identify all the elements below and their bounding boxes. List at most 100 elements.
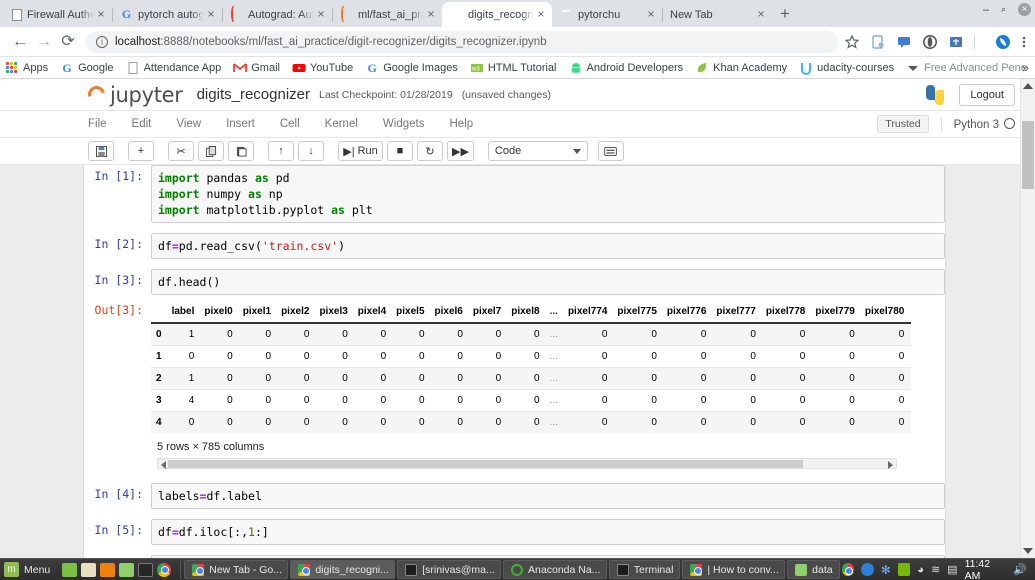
notebook-cell[interactable]: In [3]: df.head() [85,269,945,295]
menu-kernel[interactable]: Kernel [325,118,358,130]
back-icon[interactable]: ← [8,30,32,54]
bookmark-apps[interactable]: Apps [6,61,48,74]
bookmark-android-developers[interactable]: Android Developers [569,61,683,75]
wifi-icon[interactable]: ≋ [931,563,940,576]
browser-tab-firewall[interactable]: Firewall Authentica × [2,2,113,27]
scroll-down-arrow-icon[interactable] [1023,548,1033,554]
jupyter-logo[interactable]: jupyter [84,83,183,107]
forward-icon[interactable]: → [32,30,56,54]
tab-close-icon[interactable]: × [644,7,658,22]
bluetooth-icon[interactable]: ✻ [881,563,891,577]
bookmark-gmail[interactable]: Gmail [233,61,280,75]
cut-cell-button[interactable]: ✂ [168,141,194,161]
terminal-icon[interactable] [138,562,154,577]
folder-icon[interactable] [119,562,135,577]
cell-input[interactable]: df.head() [151,269,945,295]
user-icon[interactable]: ◕ [917,564,924,576]
info-icon[interactable]: i [96,35,108,48]
bookmark-khan-academy[interactable]: Khan Academy [695,61,787,75]
menu-file[interactable]: File [88,118,107,130]
chrome-icon[interactable] [157,562,172,577]
menu-help[interactable]: Help [449,118,473,130]
bookmark-google[interactable]: G Google [60,61,113,75]
maximize-button[interactable]: ⌕ [1001,4,1006,15]
browser-tab-fastai-practice[interactable]: ml/fast_ai_practice × [332,2,443,27]
files-icon[interactable] [62,562,78,577]
battery-icon[interactable]: ▤ [947,563,957,576]
scroll-right-arrow-icon[interactable] [888,461,893,469]
tab-close-icon[interactable]: × [94,7,108,22]
menu-kebab-icon[interactable] [1021,34,1027,50]
restart-kernel-button[interactable]: ↻ [417,141,443,161]
menu-edit[interactable]: Edit [132,118,152,130]
cell-input[interactable]: df=df.iloc[:,1:] [151,519,945,545]
dataframe-horizontal-scrollbar[interactable] [157,458,897,469]
start-menu-button[interactable]: m Menu [0,562,56,577]
dataframe-scroll-viewport[interactable]: label pixel0 pixel1 pixel2 pixel3 pixel4 pixel… [151,301,911,433]
tab-close-icon[interactable]: × [204,7,218,22]
menu-widgets[interactable]: Widgets [383,118,425,130]
taskbar-item-how-to-conv[interactable]: | How to conv... [682,560,786,579]
bookmark-html-tutorial[interactable]: w3 HTML Tutorial [470,61,557,75]
page-scrollbar[interactable] [1020,79,1035,558]
scroll-left-arrow-icon[interactable] [161,461,166,469]
browser-tab-pytorch-autograd[interactable]: G pytorch autograd t × [112,2,223,27]
chrome-icon[interactable] [841,563,855,576]
close-button[interactable]: × [1018,3,1031,16]
browser-tab-autograd[interactable]: Autograd: Automat × [222,2,333,27]
translate-icon[interactable] [948,34,964,50]
cell-input[interactable]: df=pd.read_csv('train.csv') [151,233,945,259]
text-editor-icon[interactable] [81,562,97,577]
tab-close-icon[interactable]: × [754,7,768,22]
notebook-cell[interactable]: In [1]: import pandas as pd import numpy… [85,165,945,223]
bookmark-google-images[interactable]: G Google Images [365,61,458,75]
command-palette-button[interactable] [597,141,624,161]
opera-icon[interactable] [922,34,938,50]
save-button[interactable] [88,141,114,161]
bookmark-free-advanced-pene[interactable]: Free Advanced Pene [906,61,1027,75]
cell-type-select[interactable]: Code [487,141,588,161]
restart-run-all-button[interactable]: ▶▶ [447,141,474,161]
taskbar-item-digits-recognizer[interactable]: digits_recogni... [290,560,396,579]
tab-close-icon[interactable]: × [424,7,438,22]
comment-icon[interactable] [896,34,912,50]
star-icon[interactable] [844,34,860,50]
clock[interactable]: 11:42 AM [965,558,1007,580]
run-cell-button[interactable]: ▶| Run [338,141,383,161]
menu-cell[interactable]: Cell [280,118,300,130]
cell-input[interactable]: labels=df.label [151,483,945,509]
browser-tab-pytorchu[interactable]: pytorchu × [552,2,663,27]
speaker-icon[interactable]: 🔊 [1013,563,1027,576]
notebook-cell[interactable]: In [4]: labels=df.label [85,483,945,509]
shield-icon[interactable] [861,563,874,576]
taskbar-item-terminal-srinivas[interactable]: [srinivas@ma... [397,560,502,579]
new-tab-button[interactable]: + [772,2,798,27]
menu-insert[interactable]: Insert [226,118,255,130]
bookmarks-overflow-button[interactable]: » [1022,60,1029,75]
notebook-name[interactable]: digits_recognizer [197,86,310,103]
reload-icon[interactable]: ⟳ [56,30,80,54]
copy-cell-button[interactable] [198,141,224,161]
notebook-cell[interactable]: In [2]: df=pd.read_csv('train.csv') [85,233,945,259]
kernel-indicator[interactable]: Python 3 [940,117,1015,131]
cell-input[interactable]: import pandas as pd import numpy as np i… [151,165,945,223]
move-cell-down-button[interactable]: ↓ [298,141,324,161]
notebook-cell[interactable]: In [5]: df=df.iloc[:,1:] [85,519,945,545]
browser-tab-digits-recognizer[interactable]: digits_recognizer × [442,2,552,27]
bookmark-udacity-courses[interactable]: udacity-courses [799,61,894,75]
insert-cell-button[interactable]: + [128,141,154,161]
avast-icon[interactable] [995,34,1011,50]
tab-close-icon[interactable]: × [534,7,548,22]
scrollbar-thumb[interactable] [168,460,803,468]
sublime-icon[interactable] [100,562,116,577]
logout-button[interactable]: Logout [959,83,1015,106]
scroll-up-arrow-icon[interactable] [1023,83,1033,89]
nvidia-icon[interactable] [897,563,911,576]
taskbar-item-data[interactable]: data [787,560,840,579]
tab-close-icon[interactable]: × [314,7,328,22]
taskbar-item-terminal[interactable]: Terminal [608,560,681,579]
page-share-icon[interactable] [870,34,886,50]
taskbar-item-anaconda-navigator[interactable]: Anaconda Na... [503,560,607,579]
taskbar-item-new-tab[interactable]: New Tab - Go... [184,560,289,579]
trusted-badge[interactable]: Trusted [877,115,929,133]
